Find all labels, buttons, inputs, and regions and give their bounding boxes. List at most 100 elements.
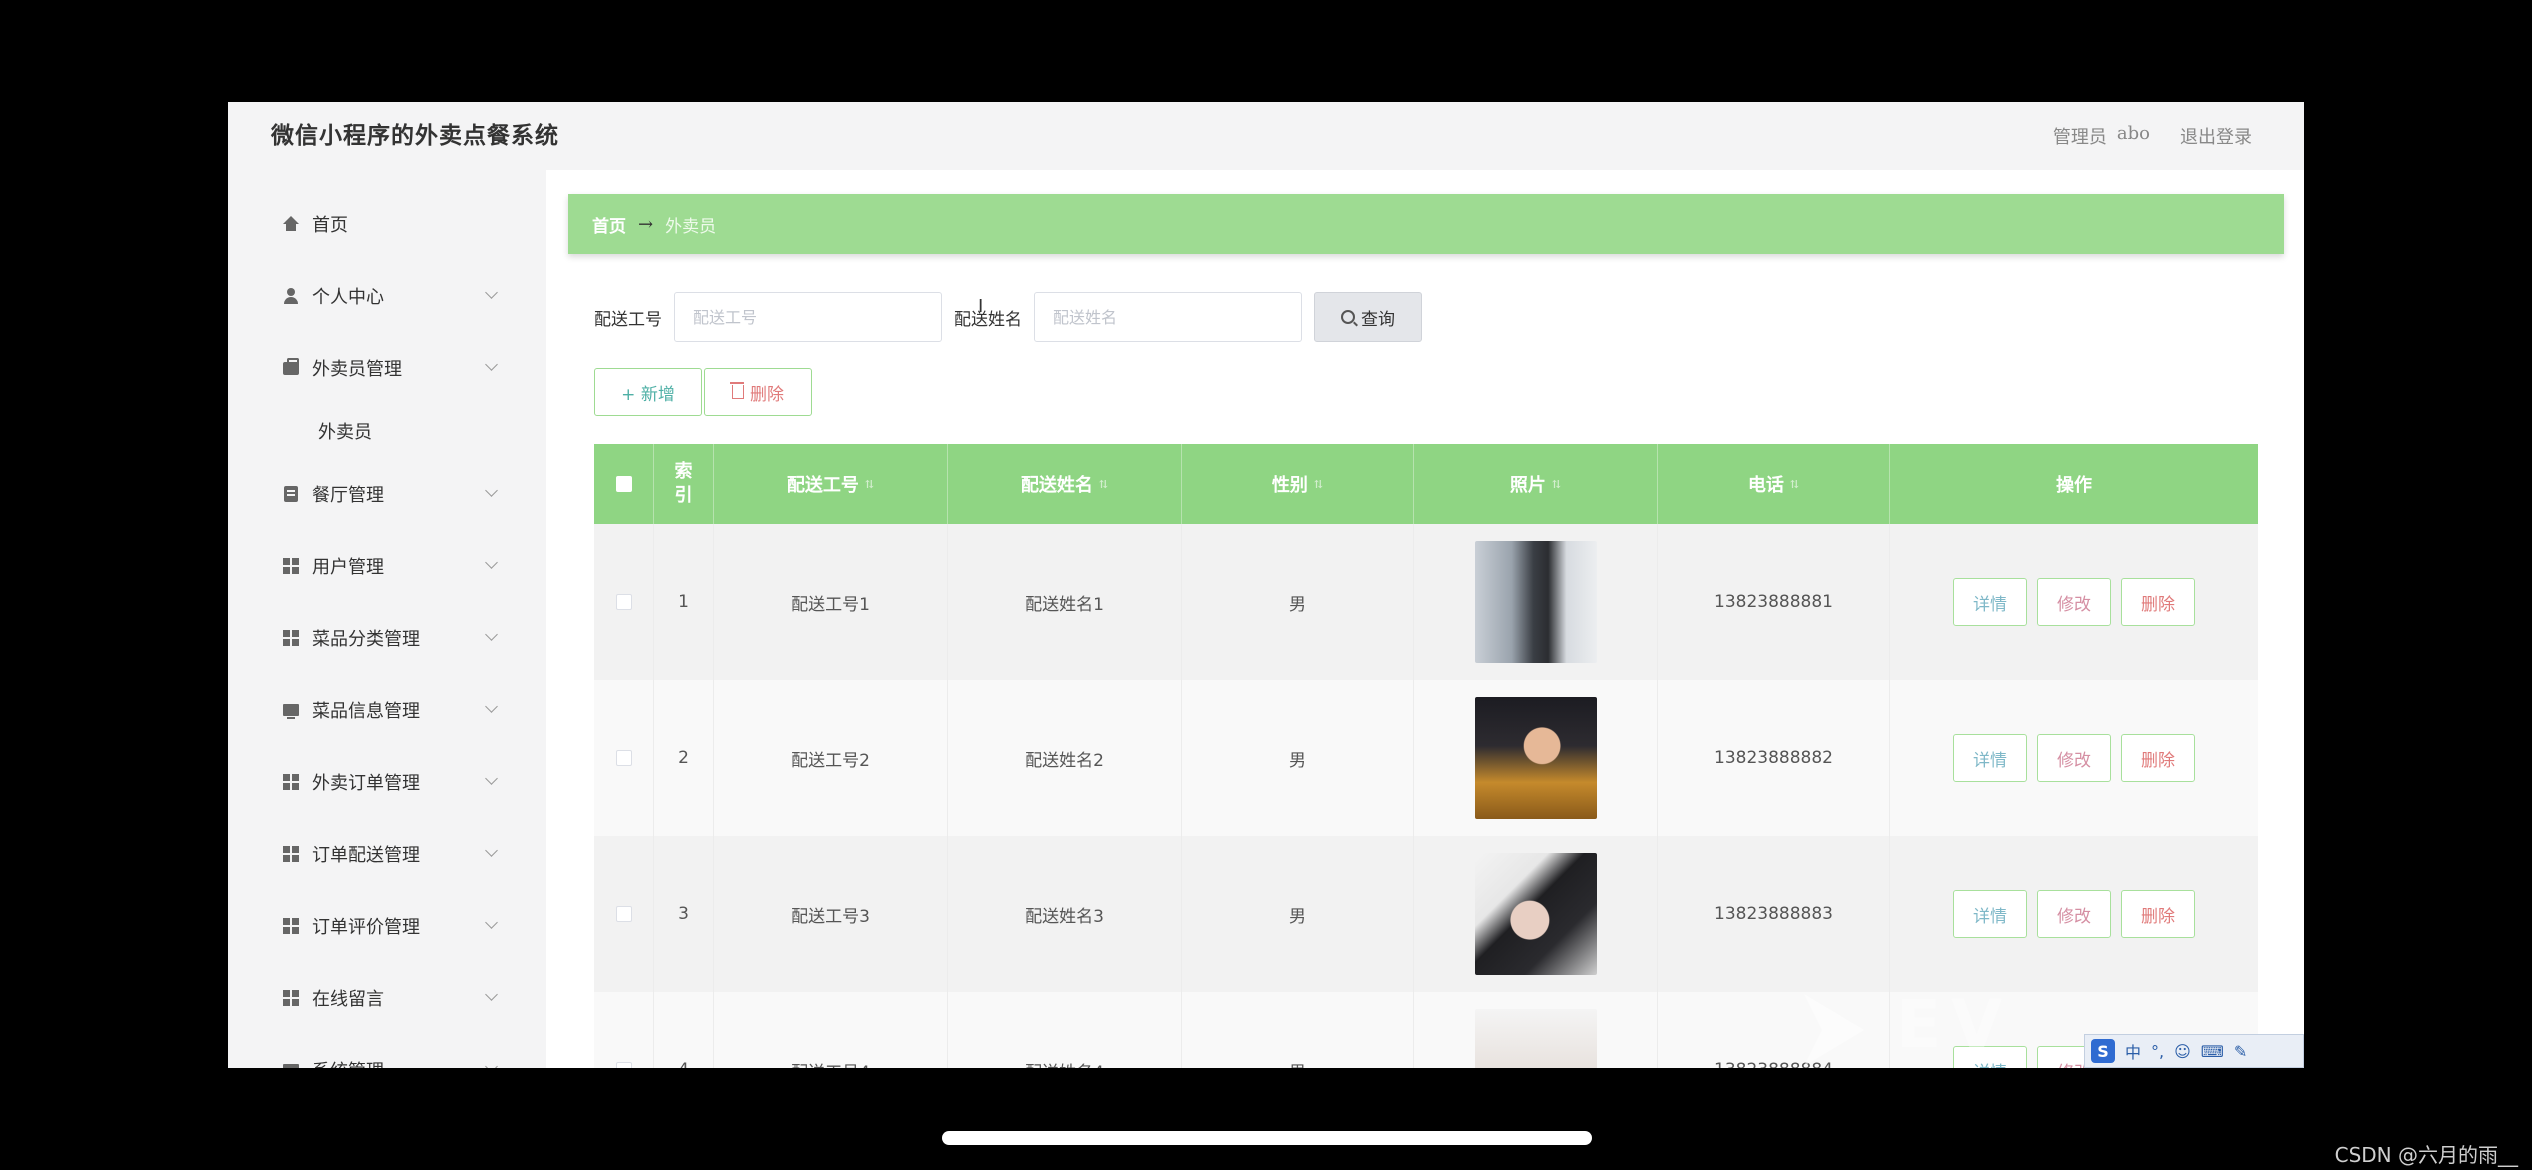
sort-icon: ⇅ [1313, 477, 1324, 491]
breadcrumb-home[interactable]: 首页 [592, 212, 626, 237]
search-button-label: 查询 [1361, 309, 1395, 330]
user-icon [282, 287, 300, 305]
sidebar-item-label: 个人中心 [312, 287, 384, 308]
sidebar-item-messages[interactable]: 在线留言 [228, 962, 546, 1034]
action-bar: + 新增 删除 [594, 368, 812, 416]
courier-photo[interactable] [1474, 1009, 1597, 1068]
sidebar-item-restaurant-mgmt[interactable]: 餐厅管理 [228, 458, 546, 530]
cell-worker-id: 配送工号3 [714, 836, 948, 992]
chevron-down-icon [485, 358, 498, 371]
delete-button[interactable]: 删除 [2121, 578, 2195, 626]
header-index: 索引 [654, 444, 714, 524]
cell-worker-id: 配送工号1 [714, 524, 948, 680]
sidebar-item-dish-info-mgmt[interactable]: 菜品信息管理 [228, 674, 546, 746]
detail-button[interactable]: 详情 [1953, 890, 2027, 938]
sidebar-item-label: 外卖员管理 [312, 359, 402, 380]
cell-name: 配送姓名1 [948, 524, 1182, 680]
worker-name-input[interactable] [1034, 292, 1302, 342]
chevron-down-icon [485, 844, 498, 857]
sidebar-item-label: 用户管理 [312, 557, 384, 578]
breadcrumb: 首页 → 外卖员 [568, 194, 2284, 254]
cell-name: 配送姓名3 [948, 836, 1182, 992]
sidebar-item-dish-category-mgmt[interactable]: 菜品分类管理 [228, 602, 546, 674]
worker-id-label: 配送工号 [594, 309, 662, 330]
edit-button[interactable]: 修改 [2037, 734, 2111, 782]
credit-text: CSDN @六月的雨__ [2334, 1143, 2518, 1167]
chevron-down-icon [485, 556, 498, 569]
row-checkbox[interactable] [615, 594, 632, 610]
table-row: 1 配送工号1 配送姓名1 男 13823888881 详情 修改 删除 [594, 524, 2258, 680]
header-index-label: 索引 [674, 461, 693, 506]
edit-button[interactable]: 修改 [2037, 578, 2111, 626]
home-icon [282, 215, 300, 233]
cell-name: 配送姓名2 [948, 680, 1182, 836]
sidebar-item-delivery-mgmt[interactable]: 订单配送管理 [228, 818, 546, 890]
app-window: 微信小程序的外卖点餐系统 管理员 abo 退出登录 首页 个人中心 外卖员管理 [228, 102, 2304, 1068]
sidebar-item-label: 系统管理 [312, 1057, 384, 1068]
sidebar-item-order-mgmt[interactable]: 外卖订单管理 [228, 746, 546, 818]
search-bar: 配送工号 配送姓名 查询 [594, 292, 1422, 342]
grid-icon [282, 557, 300, 575]
watermark-logo-icon [1804, 994, 1864, 1066]
delete-button[interactable]: 删除 [2121, 734, 2195, 782]
sidebar-item-review-mgmt[interactable]: 订单评价管理 [228, 890, 546, 962]
briefcase-icon [282, 357, 300, 377]
ime-toolbar[interactable]: S 中 °, ☺ ⌨ ✎ [2084, 1034, 2304, 1068]
top-right-area: 管理员 abo 退出登录 [2053, 102, 2252, 170]
app-title: 微信小程序的外卖点餐系统 [271, 122, 559, 149]
header-worker-id[interactable]: 配送工号 ⇅ [714, 444, 948, 524]
ime-settings-icon: ✎ [2233, 1041, 2248, 1061]
select-all-checkbox[interactable] [615, 476, 632, 492]
header-gender[interactable]: 性别 ⇅ [1182, 444, 1414, 524]
cell-gender: 男 [1182, 992, 1414, 1068]
sidebar-item-label: 订单配送管理 [312, 845, 420, 866]
sort-icon: ⇅ [1098, 477, 1109, 491]
worker-id-input[interactable] [674, 292, 942, 342]
edit-button[interactable]: 修改 [2037, 890, 2111, 938]
add-button[interactable]: + 新增 [594, 368, 702, 416]
cell-worker-id: 配送工号4 [714, 992, 948, 1068]
table-row: 2 配送工号2 配送姓名2 男 13823888882 详情 修改 删除 [594, 680, 2258, 836]
delete-button[interactable]: 删除 [2121, 890, 2195, 938]
chevron-down-icon [485, 700, 498, 713]
username-label: abo [2116, 123, 2150, 144]
sidebar-item-user-mgmt[interactable]: 用户管理 [228, 530, 546, 602]
chevron-down-icon [485, 1060, 498, 1068]
detail-button[interactable]: 详情 [1953, 734, 2027, 782]
grid-icon [282, 989, 300, 1007]
courier-photo[interactable] [1474, 697, 1597, 819]
header-name[interactable]: 配送姓名 ⇅ [948, 444, 1182, 524]
sidebar-subitem-courier[interactable]: 外卖员 [228, 404, 546, 458]
grid-icon [282, 773, 300, 791]
detail-button[interactable]: 详情 [1953, 578, 2027, 626]
grid-icon [282, 917, 300, 935]
row-checkbox[interactable] [615, 1062, 632, 1068]
search-icon [1341, 310, 1355, 324]
courier-photo[interactable] [1474, 853, 1597, 975]
row-checkbox[interactable] [615, 750, 632, 766]
arrow-right-icon: → [638, 213, 654, 235]
cell-name: 配送姓名4 [948, 992, 1182, 1068]
row-checkbox[interactable] [615, 906, 632, 922]
sidebar-item-courier-mgmt[interactable]: 外卖员管理 [228, 332, 546, 404]
header-phone[interactable]: 电话 ⇅ [1658, 444, 1890, 524]
header-label: 照片 [1509, 475, 1546, 496]
header-label: 电话 [1747, 475, 1784, 496]
logout-link[interactable]: 退出登录 [2180, 123, 2252, 149]
sidebar-item-system-mgmt[interactable]: 系统管理 [228, 1034, 546, 1068]
courier-photo[interactable] [1474, 541, 1597, 663]
select-all-cell [594, 444, 654, 524]
cell-index: 3 [654, 836, 714, 992]
home-indicator[interactable] [942, 1131, 1592, 1145]
sidebar-item-label: 菜品分类管理 [312, 629, 420, 650]
sidebar-item-home[interactable]: 首页 [228, 188, 546, 260]
table-row: 3 配送工号3 配送姓名3 男 13823888883 详情 修改 删除 [594, 836, 2258, 992]
top-bar: 微信小程序的外卖点餐系统 管理员 abo 退出登录 [228, 102, 2304, 170]
header-photo[interactable]: 照片 ⇅ [1414, 444, 1658, 524]
bulk-delete-button[interactable]: 删除 [704, 368, 812, 416]
cell-worker-id: 配送工号2 [714, 680, 948, 836]
search-button[interactable]: 查询 [1314, 292, 1422, 342]
sidebar-item-profile[interactable]: 个人中心 [228, 260, 546, 332]
cell-gender: 男 [1182, 524, 1414, 680]
cell-index: 1 [654, 524, 714, 680]
